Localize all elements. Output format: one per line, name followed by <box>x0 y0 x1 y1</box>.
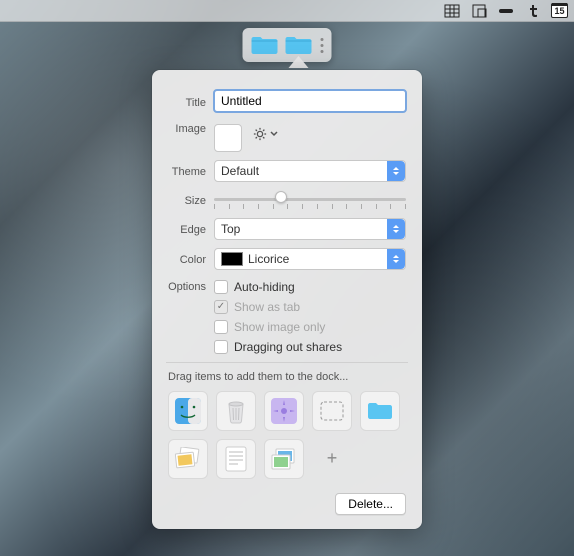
textedit-icon[interactable] <box>216 439 256 479</box>
fullscreen-icon[interactable] <box>470 2 487 19</box>
delete-button[interactable]: Delete... <box>335 493 406 515</box>
checkbox[interactable] <box>214 280 228 294</box>
edge-value: Top <box>221 222 240 236</box>
option-label: Dragging out shares <box>234 340 342 354</box>
gap-icon[interactable] <box>497 2 514 19</box>
finder-icon[interactable] <box>168 391 208 431</box>
size-slider[interactable] <box>214 190 406 210</box>
color-swatch <box>221 252 243 266</box>
checkbox <box>214 320 228 334</box>
dock-items-grid: + <box>168 391 406 479</box>
image-action-menu[interactable] <box>253 120 278 148</box>
edge-label: Edge <box>168 221 214 236</box>
color-value: Licorice <box>248 252 289 266</box>
image-label: Image <box>168 120 214 135</box>
title-label: Title <box>168 94 214 109</box>
option-label: Show image only <box>234 320 325 334</box>
burst-icon[interactable] <box>264 391 304 431</box>
select-arrows-icon <box>387 249 405 269</box>
option-label: Auto-hiding <box>234 280 295 294</box>
separator <box>166 362 408 363</box>
folder-plain-icon[interactable] <box>360 391 400 431</box>
trash-icon[interactable] <box>216 391 256 431</box>
title-input[interactable] <box>214 90 406 112</box>
settings-popover: Title Image Theme Default Size <box>152 70 422 529</box>
dock-tabs <box>243 28 332 62</box>
option-0[interactable]: Auto-hiding <box>214 280 406 294</box>
preview-icon[interactable] <box>264 439 304 479</box>
option-3[interactable]: Dragging out shares <box>214 340 406 354</box>
color-select[interactable]: Licorice <box>214 248 406 270</box>
select-arrows-icon <box>387 161 405 181</box>
checkbox[interactable] <box>214 340 228 354</box>
options-label: Options <box>168 278 214 293</box>
option-2: Show image only <box>214 320 406 334</box>
theme-label: Theme <box>168 163 214 178</box>
drag-hint: Drag items to add them to the dock... <box>168 371 406 383</box>
active-tab-pointer <box>289 56 309 68</box>
dock-folder-1[interactable] <box>251 34 279 56</box>
option-1: Show as tab <box>214 300 406 314</box>
add-slot[interactable]: + <box>312 439 352 479</box>
slider-thumb[interactable] <box>275 191 287 203</box>
theme-value: Default <box>221 164 259 178</box>
calendar-icon[interactable]: 15 <box>551 2 568 19</box>
edge-select[interactable]: Top <box>214 218 406 240</box>
grid-icon[interactable] <box>443 2 460 19</box>
dock-overflow-icon[interactable] <box>321 38 324 53</box>
theme-select[interactable]: Default <box>214 160 406 182</box>
option-label: Show as tab <box>234 300 300 314</box>
size-label: Size <box>168 192 214 207</box>
photos-icon[interactable] <box>168 439 208 479</box>
tumblr-icon[interactable] <box>524 2 541 19</box>
checkbox <box>214 300 228 314</box>
image-well[interactable] <box>214 124 242 152</box>
menubar: 15 <box>0 0 574 22</box>
color-label: Color <box>168 251 214 266</box>
dock-folder-2[interactable] <box>285 34 313 56</box>
select-arrows-icon <box>387 219 405 239</box>
chevron-down-icon <box>270 131 278 137</box>
dashed-rect-icon[interactable] <box>312 391 352 431</box>
